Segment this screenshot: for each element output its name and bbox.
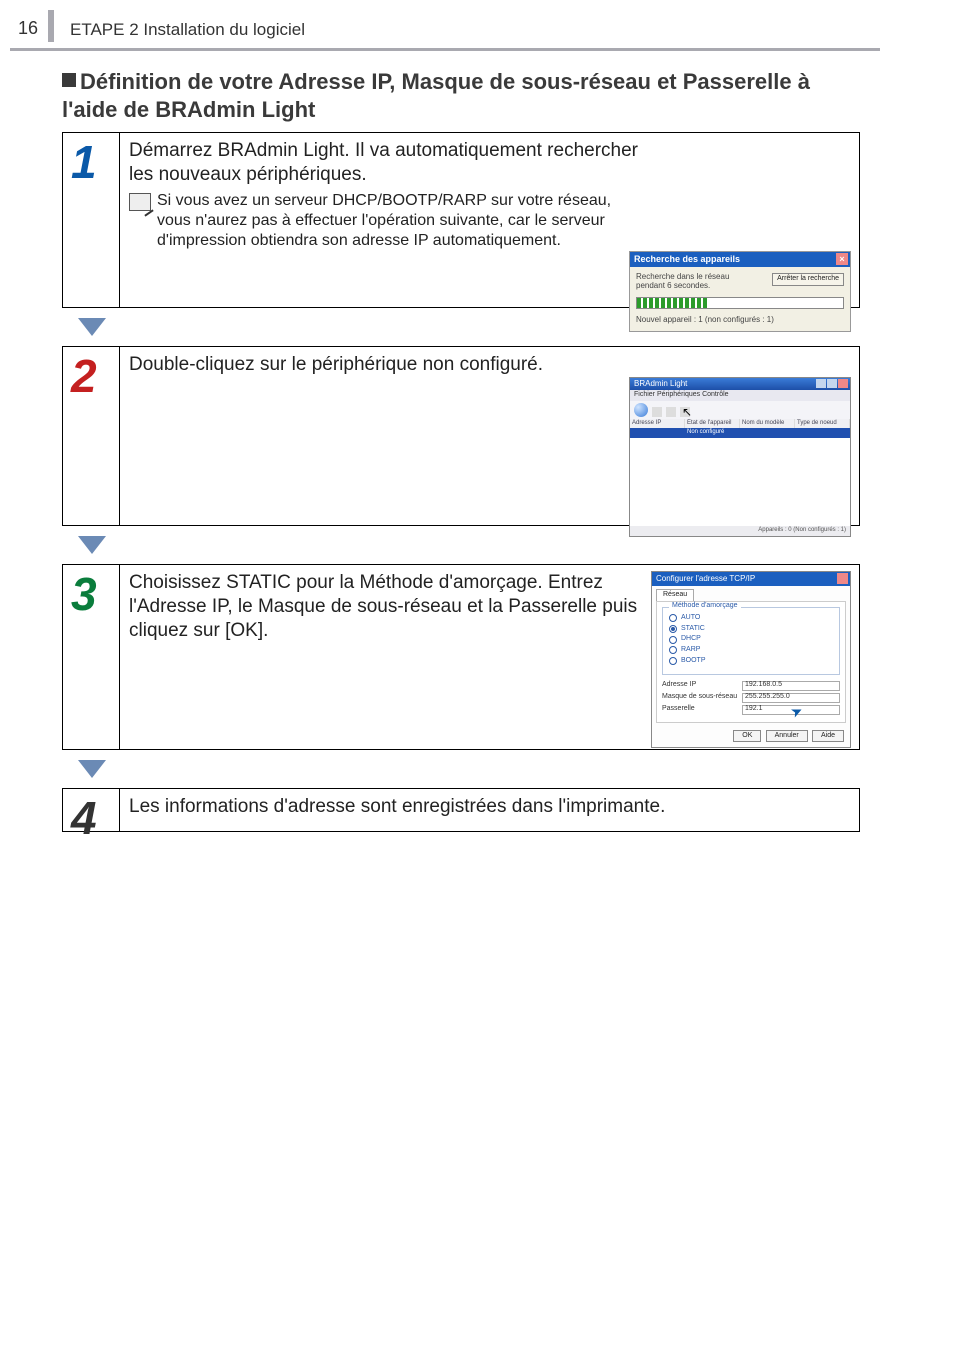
step-2: 2 Double-cliquez sur le périphérique non…	[62, 346, 860, 526]
column-header: Nom du modèle	[740, 419, 795, 429]
search-text: Recherche dans le réseau pendant 6 secon…	[636, 273, 756, 291]
mask-label: Masque de sous-réseau	[662, 693, 742, 702]
help-button[interactable]: Aide	[812, 730, 844, 743]
cursor-icon: ↖	[682, 405, 692, 420]
globe-icon[interactable]	[634, 403, 648, 417]
window-title: BRAdmin Light	[634, 379, 687, 388]
step-number-2: 2	[71, 349, 97, 403]
maximize-icon[interactable]	[827, 379, 837, 388]
screenshot-tcpip-dialog: Configurer l'adresse TCP/IP Réseau Métho…	[651, 571, 851, 748]
section-label: ETAPE 2 Installation du logiciel	[70, 20, 305, 40]
toolbar-button[interactable]	[652, 407, 662, 417]
page-number: 16	[18, 18, 38, 39]
fieldset-legend: Méthode d'amorçage	[669, 602, 741, 611]
progress-bar	[636, 297, 844, 309]
step-number-1: 1	[71, 135, 97, 189]
toolbar: ↖	[630, 401, 850, 419]
radio-auto[interactable]: AUTO	[669, 614, 833, 623]
close-icon[interactable]	[837, 573, 848, 584]
dialog-title: Configurer l'adresse TCP/IP	[656, 574, 755, 583]
close-icon[interactable]: ×	[836, 253, 848, 265]
cell	[795, 428, 850, 438]
gateway-label: Passerelle	[662, 705, 742, 714]
step-divider	[119, 565, 120, 749]
chevron-down-icon	[78, 318, 106, 336]
dialog-title-text: Recherche des appareils	[634, 254, 740, 264]
chevron-down-icon	[78, 536, 106, 554]
screenshot-bradmin-window: BRAdmin Light Fichier Périphériques Cont…	[629, 377, 851, 537]
column-header: État de l'appareil	[685, 419, 740, 429]
square-bullet-icon	[62, 73, 76, 87]
radio-rarp[interactable]: RARP	[669, 646, 833, 655]
cell	[630, 428, 685, 438]
screenshot-search-dialog: Recherche des appareils × Recherche dans…	[629, 251, 851, 332]
cell	[740, 428, 795, 438]
step-divider	[119, 347, 120, 525]
cancel-button[interactable]: Annuler	[766, 730, 808, 743]
step-1-note-text: Si vous avez un serveur DHCP/BOOTP/RARP …	[157, 192, 611, 249]
stop-search-button[interactable]: Arrêter la recherche	[772, 273, 844, 286]
horizontal-rule	[10, 48, 880, 51]
step-number-3: 3	[71, 567, 97, 621]
ip-field[interactable]: 192.168.0.5	[742, 681, 840, 691]
step-1-text: Démarrez BRAdmin Light. Il va automatiqu…	[129, 139, 639, 187]
radio-dhcp[interactable]: DHCP	[669, 635, 833, 644]
cell: Non configuré	[685, 428, 740, 438]
ip-label: Adresse IP	[662, 681, 742, 690]
mask-field[interactable]: 255.255.255.0	[742, 693, 840, 703]
step-2-text: Double-cliquez sur le périphérique non c…	[129, 353, 649, 377]
statusbar: Appareils : 0 (Non configurés : 1)	[630, 526, 850, 536]
chevron-down-icon	[78, 760, 106, 778]
radio-static[interactable]: STATIC	[669, 625, 833, 634]
step-1-note: Si vous avez un serveur DHCP/BOOTP/RARP …	[129, 191, 639, 251]
subtitle-text: Définition de votre Adresse IP, Masque d…	[62, 69, 810, 122]
note-icon	[129, 193, 151, 211]
gateway-field[interactable]: 192.1 ➤	[742, 705, 840, 715]
minimize-icon[interactable]	[816, 379, 826, 388]
step-divider	[119, 789, 120, 831]
close-icon[interactable]	[838, 379, 848, 388]
header-divider	[48, 10, 54, 42]
tab-reseau[interactable]: Réseau	[656, 589, 694, 601]
menubar[interactable]: Fichier Périphériques Contrôle	[630, 390, 850, 401]
toolbar-button[interactable]	[666, 407, 676, 417]
column-header: Type de noeud	[795, 419, 850, 429]
step-4-text: Les informations d'adresse sont enregist…	[129, 795, 851, 819]
step-4: 4 Les informations d'adresse sont enregi…	[62, 788, 860, 832]
dialog-title: Recherche des appareils ×	[630, 252, 850, 267]
ok-button[interactable]: OK	[733, 730, 761, 743]
pointer-arrow-icon: ➤	[788, 701, 806, 722]
search-status: Nouvel appareil : 1 (non configurés : 1)	[636, 315, 844, 325]
table-row[interactable]: Non configuré	[630, 428, 850, 438]
radio-bootp[interactable]: BOOTP	[669, 657, 833, 666]
step-number-4: 4	[71, 791, 97, 845]
step-divider	[119, 133, 120, 307]
step-3-text: Choisissez STATIC pour la Méthode d'amor…	[129, 571, 639, 642]
page-title: Définition de votre Adresse IP, Masque d…	[62, 68, 862, 123]
step-3: 3 Choisissez STATIC pour la Méthode d'am…	[62, 564, 860, 750]
step-1: 1 Démarrez BRAdmin Light. Il va automati…	[62, 132, 860, 308]
